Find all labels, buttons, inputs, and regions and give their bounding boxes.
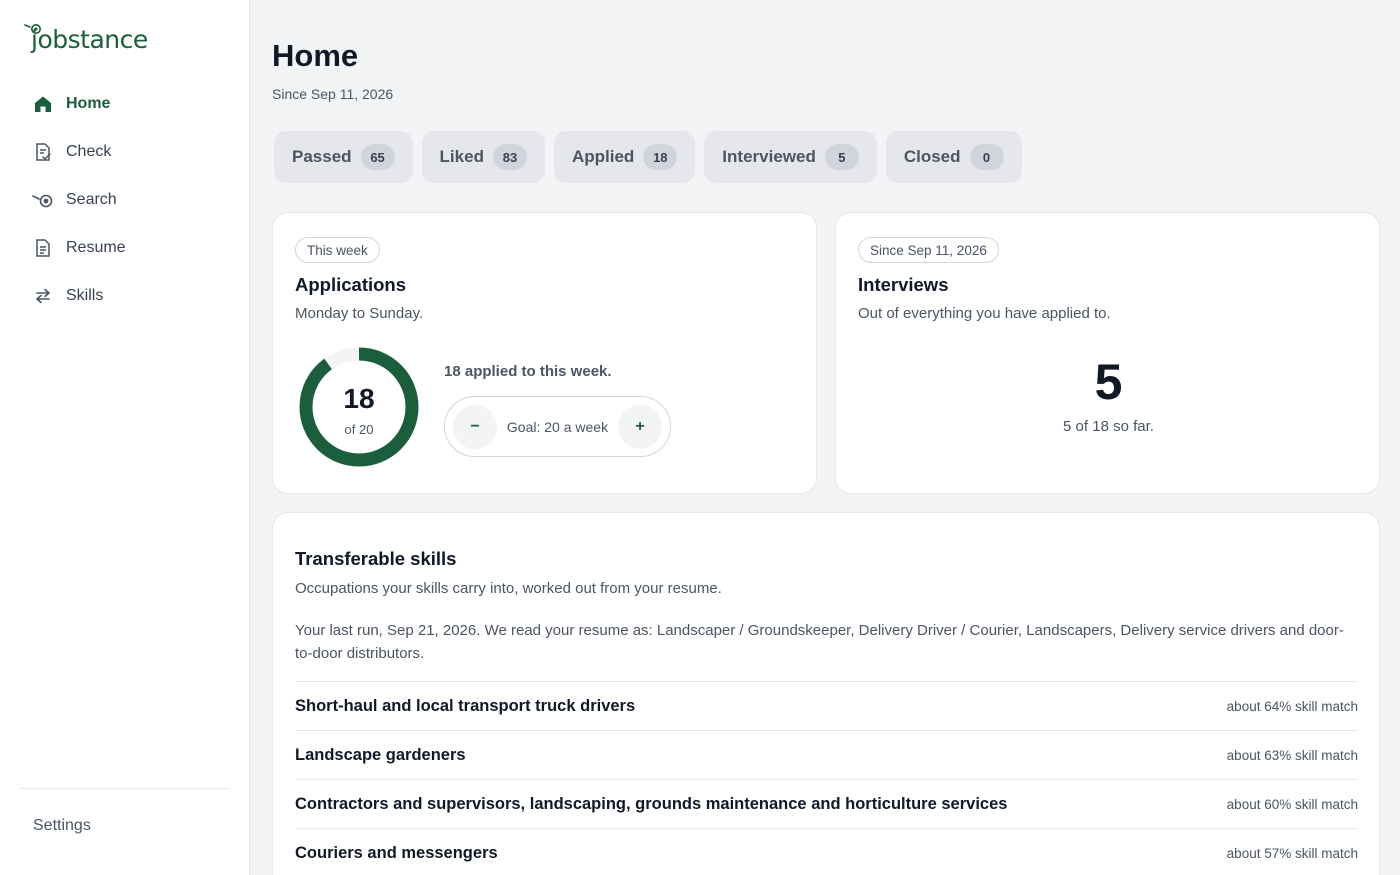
card-title: Transferable skills [295, 548, 457, 569]
interview-summary: 5 of 18 so far. [1063, 418, 1154, 435]
status-count-badge: 18 [643, 144, 678, 170]
sidebar-item-label: Resume [66, 239, 126, 256]
status-label: Passed [292, 147, 352, 166]
status-label: Interviewed [722, 147, 816, 166]
status-pill-interviewed[interactable]: Interviewed 5 [704, 131, 877, 183]
interview-count: 5 [1094, 354, 1123, 410]
increment-goal-button[interactable]: + [617, 404, 662, 449]
applications-card: This week Applications Monday to Sunday.… [272, 212, 817, 494]
sidebar-item-skills[interactable]: Skills [20, 272, 230, 320]
sidebar-item-settings[interactable]: Settings [33, 817, 91, 835]
swap-arrows-icon [32, 285, 54, 307]
skill-match: about 63% skill match [1226, 747, 1358, 763]
sidebar-item-resume[interactable]: Resume [20, 224, 230, 272]
list-item[interactable]: Landscape gardeners about 63% skill matc… [295, 730, 1358, 779]
sidebar-item-search[interactable]: Search [20, 176, 230, 224]
list-item[interactable]: Short-haul and local transport truck dri… [295, 681, 1358, 730]
period-chip: Since Sep 11, 2026 [858, 237, 999, 263]
sidebar: jobstance Home Check Search Resume Skill… [0, 0, 250, 875]
card-title: Applications [295, 274, 407, 295]
card-description: Occupations your skills carry into, work… [295, 580, 722, 597]
status-pill-closed[interactable]: Closed 0 [885, 131, 1022, 183]
page-title: Home [272, 38, 359, 73]
sidebar-divider [20, 788, 230, 789]
card-description: Out of everything you have applied to. [858, 305, 1111, 322]
status-count-badge: 65 [360, 144, 395, 170]
ring-value: 18 [343, 383, 375, 414]
occupation-name: Contractors and supervisors, landscaping… [295, 794, 1008, 813]
search-target-icon [32, 189, 54, 211]
occupation-name: Short-haul and local transport truck dri… [295, 696, 636, 715]
goal-stepper: − Goal: 20 a week + [444, 396, 671, 457]
last-run-text: Your last run, Sep 21, 2026. We read you… [295, 622, 1344, 662]
occupation-name: Couriers and messengers [295, 843, 498, 862]
decrement-goal-button[interactable]: − [453, 404, 497, 449]
goal-label: Goal: 20 a week [506, 418, 609, 435]
card-description: Monday to Sunday. [295, 305, 424, 322]
sidebar-item-label: Check [66, 143, 112, 160]
period-chip: This week [295, 237, 380, 263]
status-label: Liked [439, 147, 484, 166]
sidebar-item-label: Search [66, 191, 117, 208]
check-document-icon [32, 141, 54, 163]
sidebar-item-check[interactable]: Check [20, 128, 230, 176]
applied-summary: 18 applied to this week. [444, 363, 612, 380]
interviews-card: Since Sep 11, 2026 Interviews Out of eve… [835, 212, 1380, 494]
ring-goal-text: of 20 [344, 422, 374, 437]
skill-match: about 64% skill match [1226, 698, 1358, 714]
status-label: Closed [903, 147, 961, 166]
status-count-badge: 83 [492, 144, 527, 170]
occupation-list: Short-haul and local transport truck dri… [295, 681, 1358, 875]
sidebar-item-label: Skills [66, 287, 104, 304]
status-pill-passed[interactable]: Passed 65 [274, 131, 413, 183]
sidebar-item-label: Home [66, 95, 111, 112]
skill-match: about 57% skill match [1226, 845, 1358, 861]
page-subtitle: Since Sep 11, 2026 [272, 86, 394, 102]
status-count-badge: 0 [969, 144, 1004, 170]
status-filter-row: Passed 65 Liked 83 Applied 18 Interviewe… [274, 131, 1022, 183]
status-label: Applied [571, 147, 635, 166]
list-item[interactable]: Couriers and messengers about 57% skill … [295, 828, 1358, 875]
skill-match: about 60% skill match [1226, 796, 1358, 812]
app-logo[interactable]: jobstance [24, 22, 148, 58]
card-title: Interviews [858, 274, 949, 295]
resume-document-icon [32, 237, 54, 259]
sidebar-nav: Home Check Search Resume Skills [20, 80, 230, 320]
sidebar-item-home[interactable]: Home [20, 80, 230, 128]
status-pill-liked[interactable]: Liked 83 [421, 131, 545, 183]
transferable-skills-card: Transferable skills Occupations your ski… [272, 512, 1380, 875]
logo-target-icon [24, 24, 41, 34]
status-pill-applied[interactable]: Applied 18 [553, 131, 696, 183]
occupation-name: Landscape gardeners [295, 745, 466, 764]
list-item[interactable]: Contractors and supervisors, landscaping… [295, 779, 1358, 828]
status-count-badge: 5 [824, 144, 859, 170]
home-icon [32, 93, 54, 115]
